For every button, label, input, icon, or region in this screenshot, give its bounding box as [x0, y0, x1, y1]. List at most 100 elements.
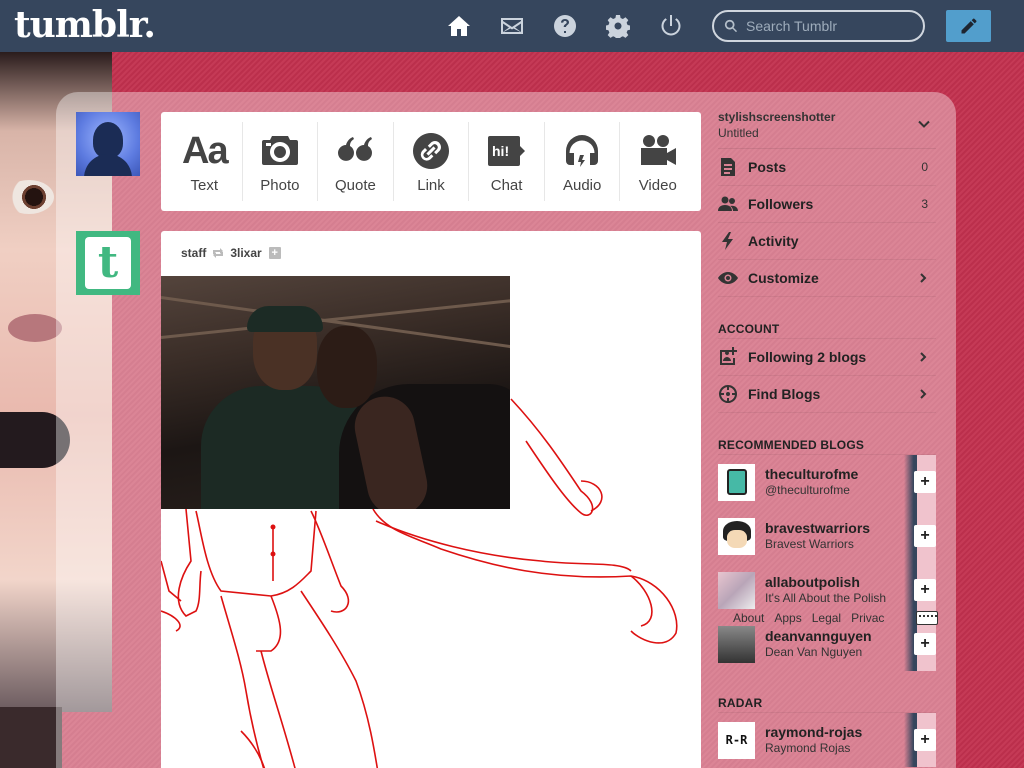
post-type-video[interactable]: Video — [620, 122, 695, 201]
eye-icon — [718, 272, 738, 284]
dashboard-post: staff 3lixar + — [161, 231, 701, 768]
top-navigation-bar: tumblr. — [0, 0, 1024, 52]
footer-links: About Apps Legal Privac — [733, 611, 884, 625]
post-type-bar: Aa Text Photo Quote Link hi! Chat Audio — [161, 112, 701, 211]
post-type-label: Text — [190, 177, 219, 194]
recommended-blog[interactable]: allaboutpolish It's All About the Polish… — [718, 563, 936, 617]
blog-name: stylishscreenshotter — [718, 110, 836, 124]
recommended-blog-title: Dean Van Nguyen — [765, 645, 863, 659]
photo-person-right-face — [317, 326, 377, 408]
search-icon — [724, 19, 738, 33]
plus-icon: + — [914, 579, 936, 601]
post-type-label: Audio — [562, 177, 602, 194]
logout-icon[interactable] — [644, 12, 697, 40]
post-type-label: Chat — [490, 177, 523, 194]
sidebar-item-label: Followers — [748, 196, 814, 212]
recommended-blog-text: theculturofme @theculturofme — [765, 466, 858, 498]
quote-icon — [335, 129, 375, 173]
chevron-right-icon — [920, 389, 927, 399]
post-type-label: Link — [417, 177, 445, 194]
post-header: staff 3lixar + — [181, 246, 281, 260]
follow-button[interactable]: + — [904, 455, 936, 509]
tumblr-logo[interactable]: tumblr. — [14, 4, 156, 46]
recommended-blog-avatar — [718, 517, 755, 555]
chat-icon: hi! — [487, 129, 527, 173]
avatar-silhouette-body — [84, 154, 132, 176]
radar-blog-title: Raymond Rojas — [765, 741, 851, 755]
footer-link-privacy[interactable]: Privac — [851, 611, 884, 625]
background-portrait-bottom — [0, 707, 62, 768]
sidebar-item-posts[interactable]: Posts 0 — [718, 149, 936, 186]
compose-button[interactable] — [946, 10, 991, 42]
recommended-blog-text: deanvannguyen Dean Van Nguyen — [765, 628, 872, 660]
radar-blog-avatar: R-R — [718, 721, 755, 759]
posts-icon — [721, 158, 735, 176]
inbox-icon[interactable] — [485, 12, 538, 40]
reblog-source-link[interactable]: 3lixar — [230, 246, 261, 260]
chevron-right-icon — [920, 273, 927, 283]
follow-button[interactable]: + — [904, 509, 936, 563]
svg-text:hi!: hi! — [492, 143, 509, 159]
search-box[interactable] — [712, 10, 925, 42]
staff-avatar[interactable]: t — [76, 231, 140, 295]
post-type-link[interactable]: Link — [394, 122, 470, 201]
footer-link-legal[interactable]: Legal — [812, 611, 841, 625]
sidebar-item-followers[interactable]: Followers 3 — [718, 186, 936, 223]
follow-button[interactable]: + — [904, 713, 936, 767]
follow-button[interactable]: + — [904, 617, 936, 671]
radar-blog-text: raymond-rojas Raymond Rojas — [765, 724, 862, 756]
recommended-blog-avatar — [718, 625, 755, 663]
sidebar-item-find-blogs[interactable]: Find Blogs — [718, 376, 936, 413]
sidebar-item-label: Customize — [748, 270, 819, 286]
sidebar-item-activity[interactable]: Activity — [718, 223, 936, 260]
settings-icon[interactable] — [591, 12, 644, 40]
tumblr-t-icon: t — [85, 237, 131, 289]
lightning-icon — [722, 232, 733, 250]
keyboard-shortcuts-icon[interactable] — [916, 611, 938, 625]
search-input[interactable] — [746, 18, 906, 34]
radar-blog[interactable]: R-R raymond-rojas Raymond Rojas + — [718, 713, 936, 767]
post-photo[interactable] — [161, 276, 510, 509]
sidebar-item-customize[interactable]: Customize — [718, 260, 936, 297]
photo-person-left-cap — [247, 306, 323, 332]
post-type-chat[interactable]: hi! Chat — [469, 122, 545, 201]
sidebar-item-label: Posts — [748, 159, 787, 175]
followers-icon — [718, 196, 738, 211]
post-type-audio[interactable]: Audio — [545, 122, 621, 201]
post-type-quote[interactable]: Quote — [318, 122, 394, 201]
account-section-title: ACCOUNT — [718, 307, 936, 339]
sidebar-item-following[interactable]: Following 2 blogs — [718, 339, 936, 376]
user-avatar[interactable] — [76, 112, 140, 176]
posts-count: 0 — [921, 160, 928, 174]
nav-icon-group — [432, 12, 697, 40]
post-type-photo[interactable]: Photo — [243, 122, 319, 201]
post-author-link[interactable]: staff — [181, 246, 206, 260]
reblog-icon — [213, 248, 224, 258]
recommended-blog-text: bravestwarriors Bravest Warriors — [765, 520, 870, 552]
sidebar-item-label: Find Blogs — [748, 386, 821, 402]
follow-button[interactable]: + — [904, 563, 936, 617]
blog-selector[interactable]: stylishscreenshotter Untitled — [718, 104, 936, 149]
home-icon[interactable] — [432, 12, 485, 40]
followers-count: 3 — [921, 197, 928, 211]
portrait-eye — [4, 180, 54, 214]
plus-icon: + — [914, 729, 936, 751]
recommended-blog-text: allaboutpolish It's All About the Polish — [765, 574, 886, 606]
footer-link-about[interactable]: About — [733, 611, 764, 625]
text-icon: Aa — [182, 129, 229, 172]
post-type-label: Photo — [260, 177, 300, 194]
chevron-right-icon — [920, 352, 927, 362]
footer-link-apps[interactable]: Apps — [774, 611, 801, 625]
recommended-blog[interactable]: bravestwarriors Bravest Warriors + — [718, 509, 936, 563]
link-icon — [411, 129, 451, 173]
help-icon[interactable] — [538, 12, 591, 40]
post-type-label: Video — [638, 177, 677, 194]
recommended-blog-name: deanvannguyen — [765, 628, 872, 644]
recommended-blog[interactable]: theculturofme @theculturofme + — [718, 455, 936, 509]
follow-plus-button[interactable]: + — [268, 247, 281, 259]
recommended-blog-name: allaboutpolish — [765, 574, 860, 590]
plus-icon: + — [914, 471, 936, 493]
recommended-blog[interactable]: deanvannguyen Dean Van Nguyen + — [718, 617, 936, 671]
post-type-text[interactable]: Aa Text — [167, 122, 243, 201]
portrait-lips — [8, 314, 62, 342]
